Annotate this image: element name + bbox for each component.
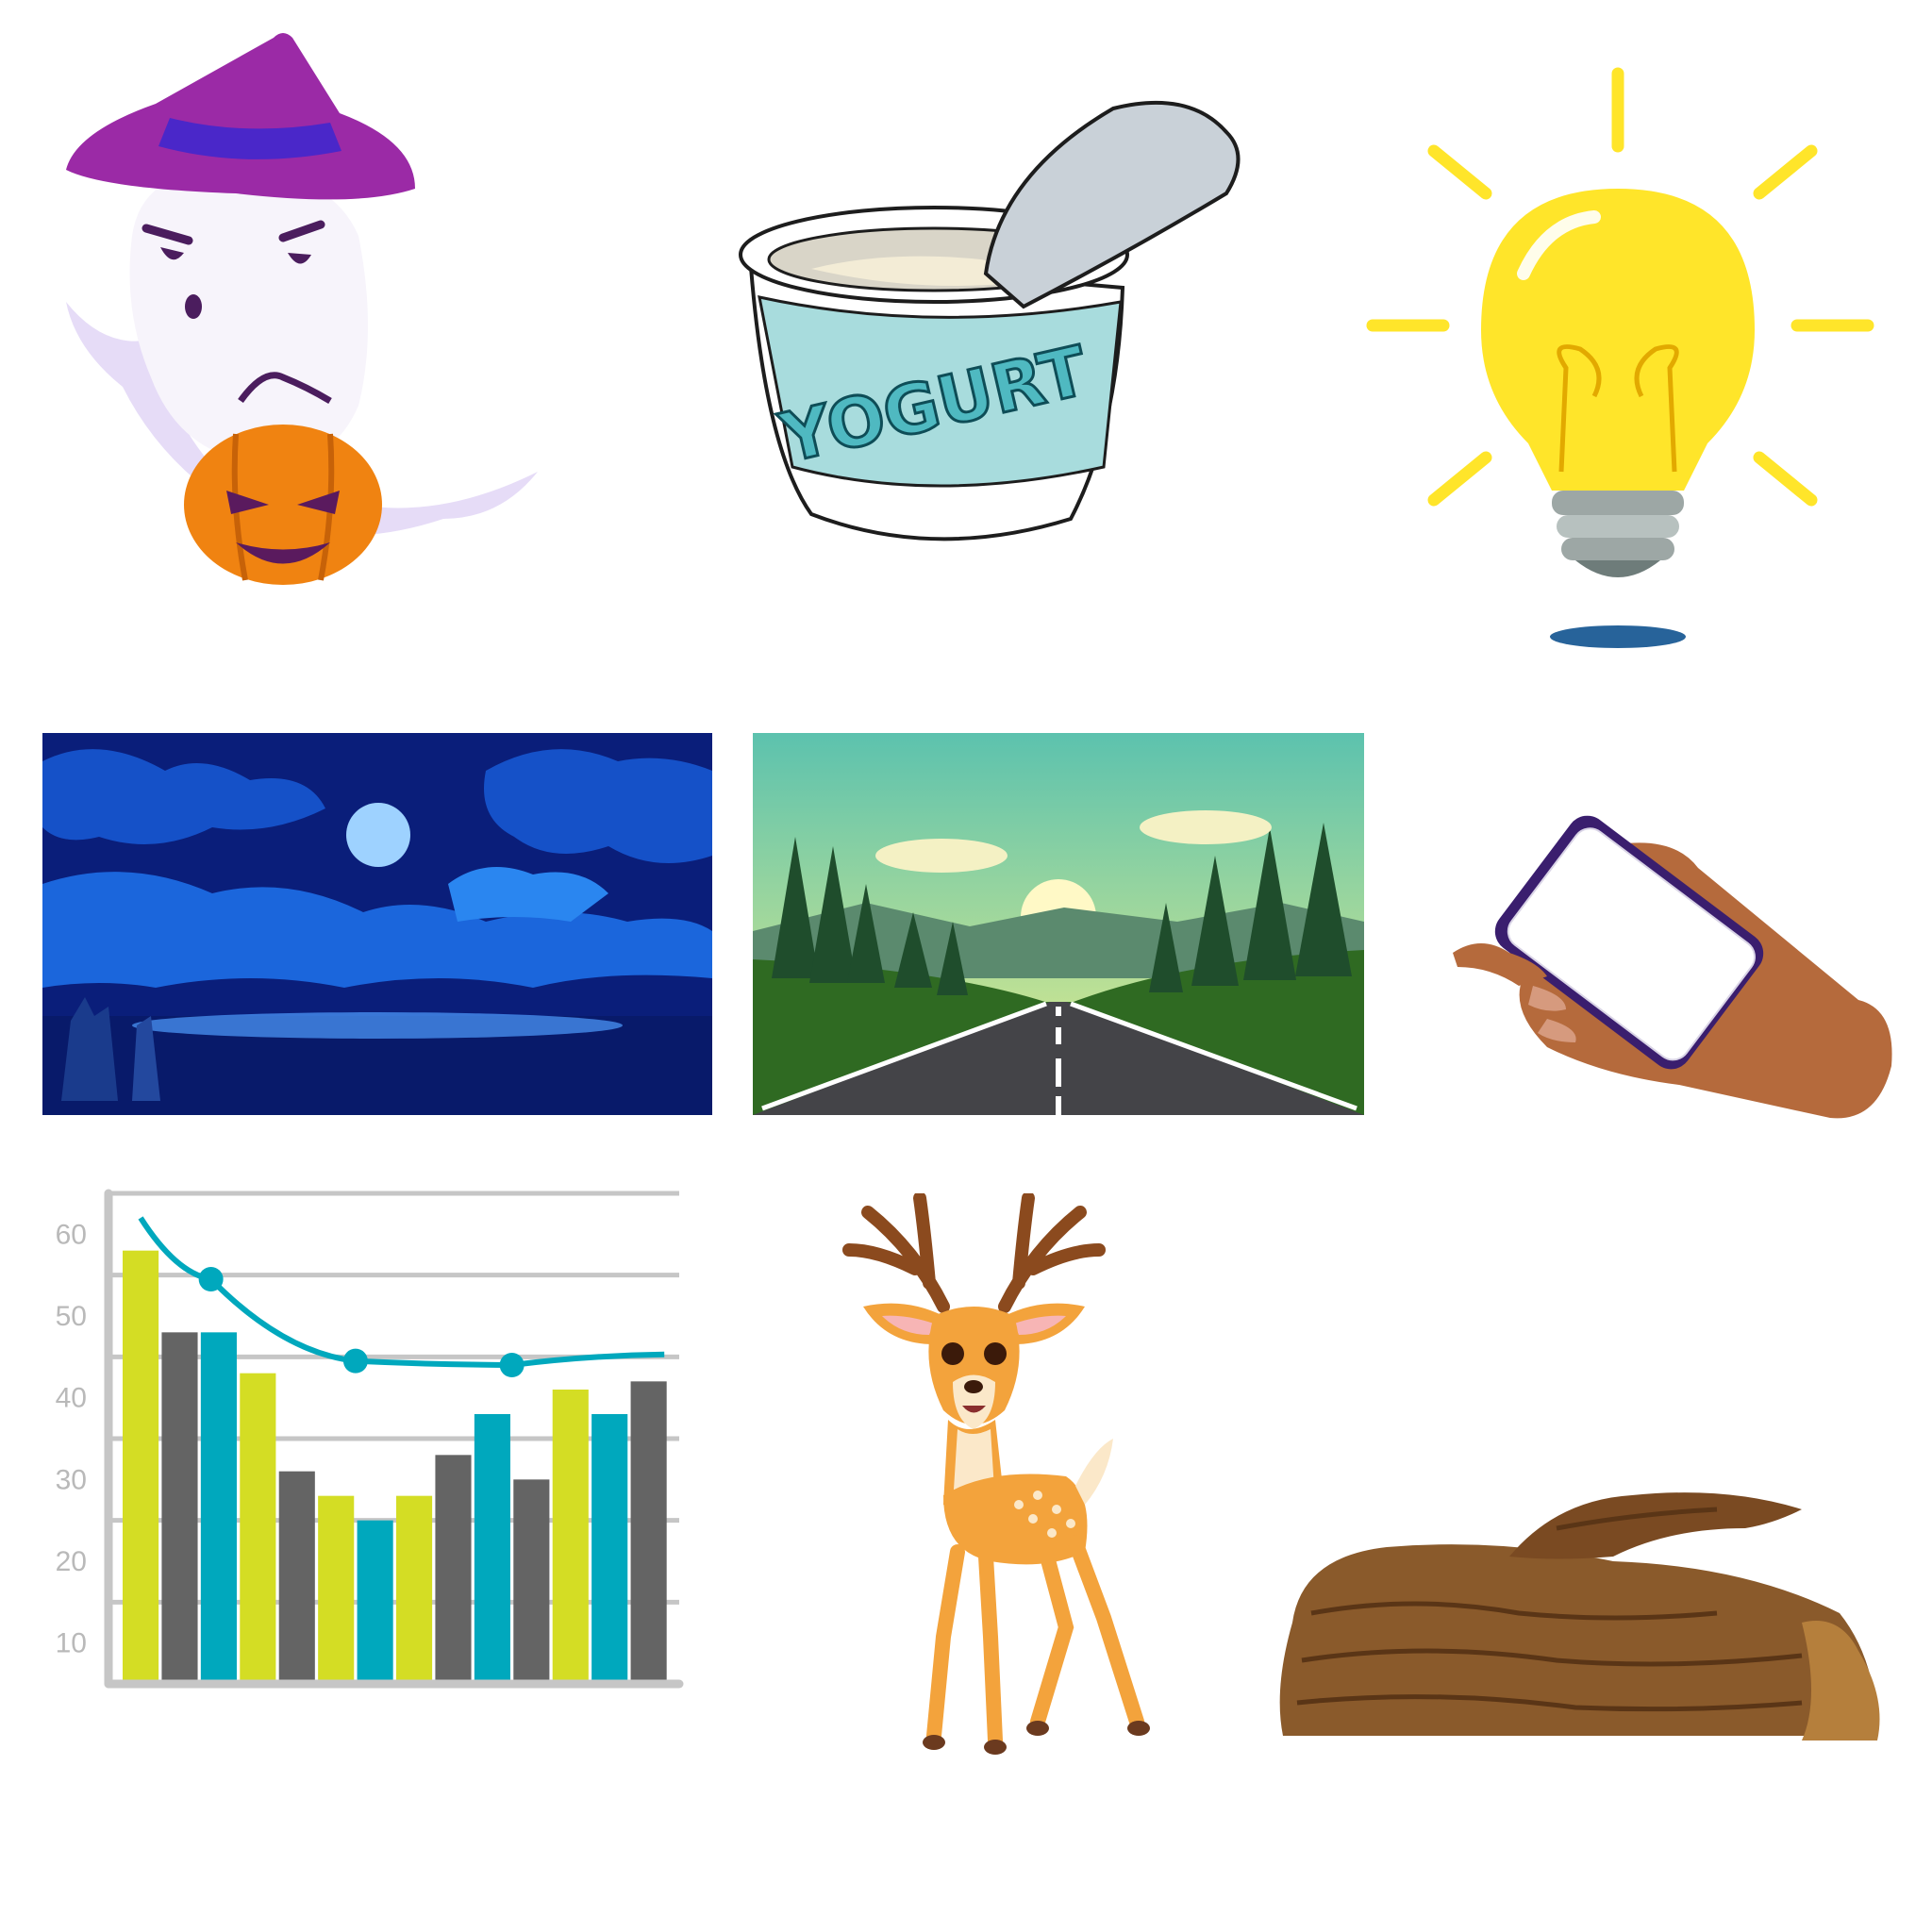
chart-bar xyxy=(200,1332,237,1684)
trend-point xyxy=(342,1348,368,1374)
chart-bar xyxy=(278,1471,315,1684)
y-tick-label: 60 xyxy=(56,1219,87,1250)
chart-y-ticks: 10 20 30 40 50 60 xyxy=(56,1219,87,1658)
ghost-with-witch-hat-and-pumpkin-icon xyxy=(47,28,557,604)
night-sea-moon-scene xyxy=(42,733,712,1115)
chart-bar xyxy=(513,1479,550,1684)
y-tick-label: 10 xyxy=(56,1628,87,1659)
y-tick-label: 30 xyxy=(56,1464,87,1495)
y-tick-label: 40 xyxy=(56,1383,87,1414)
cartoon-deer-icon xyxy=(802,1193,1170,1759)
y-tick-label: 50 xyxy=(56,1301,87,1332)
chart-bar xyxy=(435,1455,472,1684)
chart-bar xyxy=(474,1414,510,1684)
chart-bar xyxy=(240,1373,276,1684)
y-tick-label: 20 xyxy=(56,1546,87,1577)
chart-bar xyxy=(630,1381,667,1684)
yogurt-cup-icon: YOGURT xyxy=(698,90,1255,561)
chart-bar xyxy=(591,1414,628,1684)
chart-bar xyxy=(552,1390,589,1684)
trend-point xyxy=(198,1267,224,1291)
wooden-log-icon xyxy=(1274,1472,1896,1755)
light-bulb-icon xyxy=(1358,57,1896,660)
chart-bar xyxy=(318,1495,355,1684)
chart-bar xyxy=(357,1520,393,1684)
chart-bar xyxy=(123,1250,159,1684)
road-sunrise-forest-scene xyxy=(753,733,1364,1115)
trend-point xyxy=(499,1353,525,1377)
chart-bars xyxy=(123,1250,667,1684)
bar-line-chart-icon: 10 20 30 40 50 60 xyxy=(38,1184,698,1693)
hand-holding-phone-icon xyxy=(1443,811,1896,1132)
chart-bar xyxy=(396,1495,433,1684)
chart-bar xyxy=(161,1332,198,1684)
